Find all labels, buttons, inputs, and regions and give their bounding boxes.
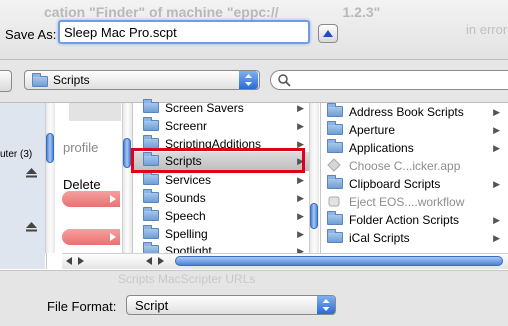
scroll-thumb[interactable] — [310, 203, 318, 229]
browser-column-3[interactable]: Address Book Scripts ▶ Aperture ▶ Applicat… — [320, 103, 508, 269]
folder-icon — [143, 189, 159, 203]
popup-arrows-icon — [239, 71, 258, 89]
folder-icon — [327, 121, 343, 135]
scroll-thumb[interactable] — [46, 133, 54, 163]
list-item[interactable]: Speech ▶ — [133, 207, 309, 225]
chevron-up-icon — [323, 30, 333, 37]
folder-icon — [143, 117, 159, 131]
location-popup-label: Scripts — [53, 73, 90, 87]
folder-icon — [143, 99, 159, 113]
column-view-button[interactable] — [0, 70, 12, 92]
selected-row-bg — [69, 103, 121, 121]
vertical-scrollbar[interactable] — [309, 103, 319, 253]
scroll-left-icon[interactable] — [146, 257, 152, 265]
list-item[interactable]: Aperture ▶ — [327, 121, 505, 139]
disclosure-arrow-icon — [110, 233, 116, 241]
list-item[interactable]: Address Book Scripts ▶ — [327, 103, 505, 121]
annotation-highlight — [131, 148, 305, 173]
list-item[interactable]: iCal Scripts ▶ — [327, 229, 505, 247]
list-item[interactable]: Folder Action Scripts ▶ — [327, 211, 505, 229]
folder-icon — [143, 207, 159, 221]
vertical-scrollbar[interactable] — [45, 103, 55, 253]
workflow-icon — [328, 196, 340, 207]
scroll-thumb[interactable] — [123, 138, 131, 168]
list-item[interactable]: Sounds ▶ — [133, 189, 309, 207]
file-format-value: Script — [135, 298, 169, 313]
background-error-text: in error — [466, 22, 508, 37]
horizontal-scroll-thumb[interactable] — [175, 256, 503, 266]
list-item[interactable]: Screenr ▶ — [133, 117, 309, 135]
sidebar-computer-label: uter (3) — [0, 149, 33, 160]
list-item[interactable]: Spelling ▶ — [133, 225, 309, 243]
collapse-panel-button[interactable] — [318, 24, 338, 43]
scroll-right-icon[interactable] — [78, 257, 84, 265]
save-as-label: Save As: — [5, 27, 57, 42]
file-format-label: File Format: — [47, 299, 117, 314]
folder-icon — [143, 171, 159, 185]
background-window-text: Scripts MacScripter URLs — [118, 272, 256, 286]
delete-label: Delete — [63, 177, 101, 192]
popup-arrows-icon — [317, 296, 335, 314]
profile-label: profile — [63, 140, 99, 155]
list-item[interactable]: Clipboard Scripts ▶ — [327, 175, 505, 193]
list-item[interactable]: Applications ▶ — [327, 139, 505, 157]
eject-icon[interactable] — [26, 168, 37, 178]
list-item[interactable]: Services ▶ — [133, 171, 309, 189]
search-field[interactable] — [270, 70, 508, 90]
folder-icon — [32, 73, 48, 87]
list-item: Eject EOS....workflow — [327, 193, 505, 211]
disclosure-arrow-icon — [110, 195, 116, 203]
folder-icon — [327, 211, 343, 225]
folder-icon — [327, 139, 343, 153]
app-icon — [327, 158, 341, 172]
search-icon — [278, 74, 291, 87]
sidebar: uter (3) — [0, 103, 45, 269]
background-window-text: cation "Finder" of machine "eppc:// 1.2.… — [44, 4, 381, 20]
folder-icon — [327, 229, 343, 243]
vertical-scrollbar[interactable] — [122, 103, 132, 253]
scroll-left-icon[interactable] — [66, 257, 72, 265]
eject-icon[interactable] — [26, 222, 37, 232]
folder-icon — [327, 175, 343, 189]
list-item[interactable]: Screen Savers ▶ — [133, 99, 309, 117]
folder-icon — [143, 225, 159, 239]
folder-icon — [327, 103, 343, 117]
list-item: Choose C...icker.app — [327, 157, 505, 175]
browser-column-2[interactable]: Screen Savers ▶ Screenr ▶ ScriptingAdditio… — [132, 99, 309, 269]
save-as-field[interactable] — [58, 20, 310, 44]
scroll-right-icon[interactable] — [158, 257, 164, 265]
